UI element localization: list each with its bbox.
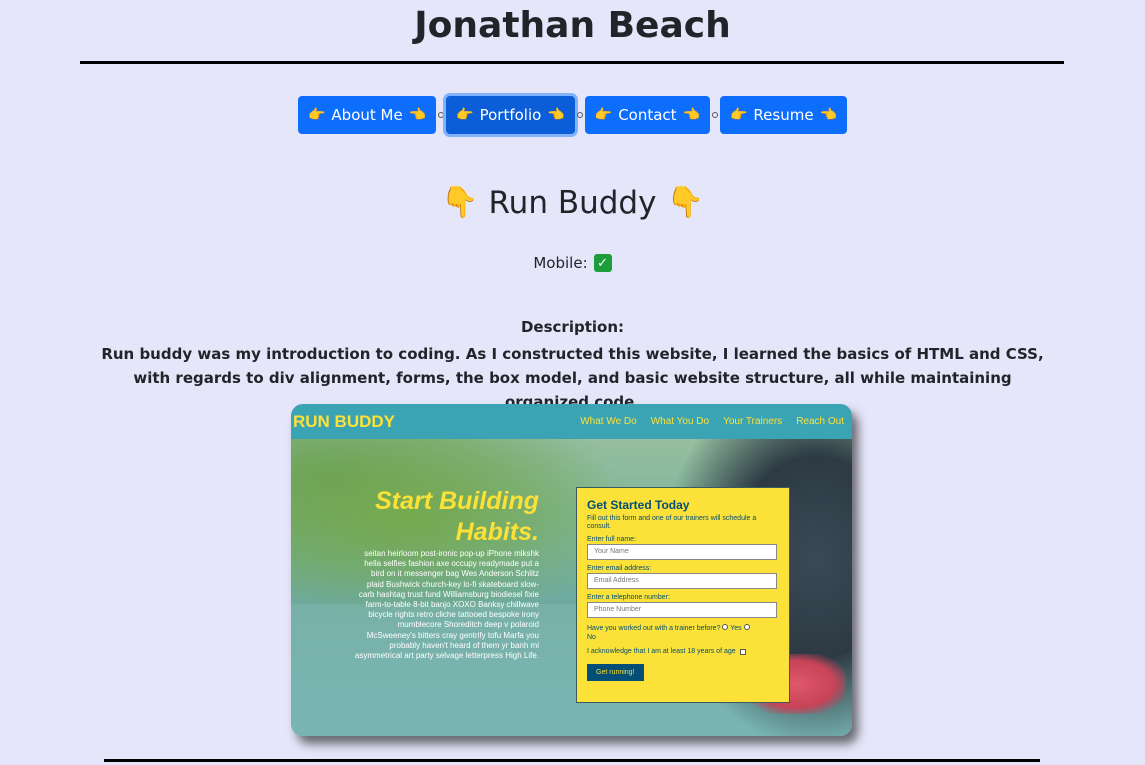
project-title: 👇 Run Buddy 👇: [0, 180, 1145, 226]
screenshot-hero-title-line: Start Building: [375, 487, 539, 515]
screenshot-form-label: Enter a telephone number:: [587, 594, 670, 601]
main-nav: 👉 About Me 👈 👉 Portfolio 👈 👉 Contact 👈 👉…: [0, 96, 1145, 134]
site-title: Jonathan Beach: [414, 5, 731, 46]
portfolio-page: Jonathan Beach 👉 About Me 👈 👉 Portfolio …: [0, 0, 1145, 765]
radio-icon: [722, 624, 729, 630]
nav-separator-icon: [711, 112, 718, 118]
nav-separator-icon: [576, 112, 583, 118]
pointing-left-icon: 👈: [819, 107, 837, 123]
pointing-right-icon: 👉: [307, 107, 326, 123]
check-mark-icon: ✓: [593, 254, 612, 272]
nav-label: Portfolio: [479, 106, 542, 124]
screenshot-signup-form: Get Started Today Fill out this form and…: [576, 487, 790, 703]
pointing-left-icon: 👈: [547, 107, 565, 123]
nav-label: Contact: [618, 106, 677, 124]
pointing-down-icon: 👇: [441, 185, 479, 220]
screenshot-nav-item: Reach Out: [796, 416, 844, 427]
screenshot-nav: What We Do What You Do Your Trainers Rea…: [580, 416, 844, 427]
nav-contact-button[interactable]: 👉 Contact 👈: [584, 96, 710, 134]
screenshot-form-input: Phone Number: [587, 602, 777, 618]
screenshot-nav-item: Your Trainers: [723, 416, 783, 427]
screenshot-hero-title-line: Habits.: [455, 518, 539, 546]
nav-resume-button[interactable]: 👉 Resume 👈: [719, 96, 847, 134]
screenshot-nav-item: What We Do: [580, 416, 637, 427]
pointing-left-icon: 👈: [682, 107, 700, 123]
radio-icon: [743, 624, 750, 630]
nav-label: Resume: [753, 106, 814, 124]
screenshot-form-question: Have you worked out with a trainer befor…: [587, 624, 779, 642]
screenshot-form-acknowledge-text: I acknowledge that I am at least 18 year…: [587, 648, 736, 655]
screenshot-form-question-text: Have you worked out with a trainer befor…: [587, 625, 721, 632]
screenshot-form-input: Email Address: [587, 573, 777, 589]
nav-label: About Me: [331, 106, 403, 124]
section-divider: [104, 759, 1040, 762]
pointing-right-icon: 👉: [594, 107, 613, 123]
checkbox-icon: [739, 648, 746, 655]
screenshot-form-button: Get running!: [587, 664, 644, 681]
pointing-left-icon: 👈: [408, 107, 427, 123]
title-divider: [80, 61, 1064, 64]
pointing-right-icon: 👉: [456, 107, 474, 123]
screenshot-hero-title: Start Building Habits.: [351, 486, 539, 548]
screenshot-logo: RUN BUDDY: [293, 411, 395, 431]
nav-separator-icon: [438, 112, 445, 118]
screenshot-header: RUN BUDDY What We Do What You Do Your Tr…: [291, 404, 852, 439]
pointing-right-icon: 👉: [729, 107, 748, 123]
screenshot-form-label: Enter email address:: [587, 565, 652, 572]
screenshot-form-no: No: [587, 634, 596, 641]
pointing-down-icon: 👇: [666, 185, 704, 220]
nav-about-me-button[interactable]: 👉 About Me 👈: [297, 96, 437, 134]
screenshot-form-acknowledge: I acknowledge that I am at least 18 year…: [587, 648, 779, 655]
mobile-status: Mobile: ✓: [0, 254, 1145, 272]
screenshot-form-input: Your Name: [587, 544, 777, 560]
description-label: Description:: [520, 318, 624, 336]
project-title-text: Run Buddy: [488, 185, 657, 221]
nav-portfolio-button[interactable]: 👉 Portfolio 👈: [446, 96, 575, 134]
screenshot-form-subtitle: Fill out this form and one of our traine…: [587, 515, 757, 530]
screenshot-form-yes: Yes: [730, 625, 742, 632]
screenshot-form-label: Enter full name:: [587, 536, 637, 543]
screenshot-nav-item: What You Do: [650, 416, 710, 427]
mobile-label: Mobile:: [533, 254, 588, 272]
project-screenshot[interactable]: RUN BUDDY What We Do What You Do Your Tr…: [291, 404, 852, 736]
screenshot-form-title: Get Started Today: [587, 498, 690, 512]
screenshot-hero-text: seitan heirloom post-ironic pop-up iPhon…: [354, 549, 539, 661]
